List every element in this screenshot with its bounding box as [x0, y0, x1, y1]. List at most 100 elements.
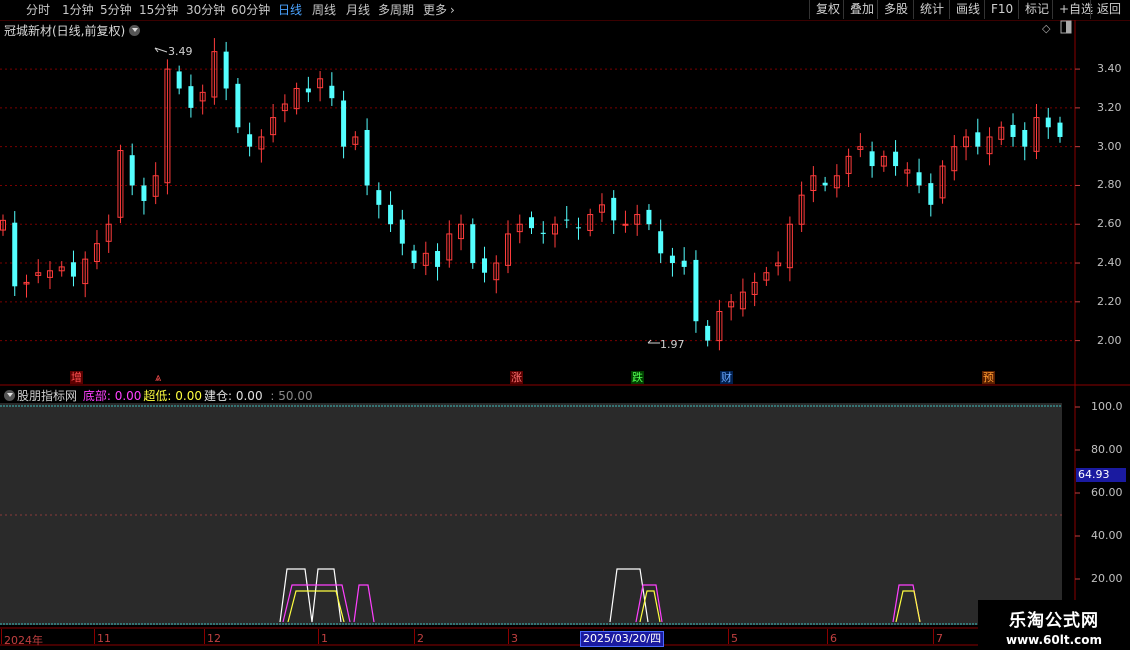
event-marker-2[interactable]: 涨: [510, 371, 523, 384]
candle-body: [164, 68, 171, 184]
period-4[interactable]: 30分钟: [186, 2, 225, 18]
price-axis-label: 2.80: [1097, 178, 1122, 192]
period-2[interactable]: 5分钟: [100, 2, 132, 18]
stock-title-text: 冠城新材(日线,前复权): [4, 24, 126, 38]
indicator-name[interactable]: 股朋指标网: [17, 389, 77, 403]
price-axis-label: 2.20: [1097, 294, 1122, 308]
candle-body: [117, 150, 124, 218]
candle-body: [235, 83, 241, 128]
low-annotation: 1.97: [660, 338, 685, 351]
candle-body: [575, 227, 581, 229]
candle-body: [822, 182, 828, 186]
candle-body: [564, 219, 570, 221]
period-0[interactable]: 分时: [26, 2, 50, 18]
x-axis-label: 1: [321, 632, 328, 645]
x-axis-label: 2: [417, 632, 424, 645]
period-8[interactable]: 月线: [346, 2, 370, 18]
indicator-axis-label: 80.00: [1091, 443, 1123, 456]
candle-body: [716, 311, 723, 342]
event-marker-0[interactable]: 增: [70, 371, 83, 384]
toolbar-button-3[interactable]: 统计: [913, 0, 950, 19]
candle-body: [880, 155, 887, 167]
x-axis-tick: [414, 629, 415, 644]
candle-body: [223, 51, 229, 89]
candle-body: [551, 223, 558, 235]
candle-body: [12, 222, 18, 287]
stock-title[interactable]: 冠城新材(日线,前复权): [4, 22, 141, 39]
event-marker-3[interactable]: 跌: [631, 371, 644, 384]
candle-body: [482, 258, 488, 273]
candle-body: [728, 301, 735, 308]
price-chart[interactable]: [0, 0, 1130, 650]
candle-body: [493, 262, 500, 281]
event-marker-4[interactable]: 财: [720, 371, 733, 384]
candle-body: [1033, 117, 1040, 152]
toolbar-button-5[interactable]: F10: [984, 0, 1019, 19]
period-7[interactable]: 周线: [312, 2, 336, 18]
candle-body: [305, 88, 311, 93]
candle-body: [58, 266, 65, 272]
candle-body: [798, 194, 805, 225]
candle-body: [540, 232, 546, 234]
period-9[interactable]: 多周期: [378, 2, 414, 18]
x-axis-tick: [204, 629, 205, 644]
x-axis-label: 2024年: [4, 634, 43, 647]
chevron-right-icon: ›: [450, 3, 455, 17]
period-5[interactable]: 60分钟: [231, 2, 270, 18]
indicator-field-2: 建仓: 0.00: [204, 389, 263, 403]
candle-body: [529, 217, 534, 229]
toolbar-button-0[interactable]: 复权: [809, 0, 846, 19]
candle-body: [587, 214, 594, 231]
price-axis-label: 3.00: [1097, 139, 1122, 153]
toolbar-button-6[interactable]: 标记: [1018, 0, 1055, 19]
candle-body: [786, 223, 793, 269]
period-1[interactable]: 1分钟: [62, 2, 94, 18]
panel-toggle-icon[interactable]: [1060, 20, 1072, 37]
candle-body: [422, 252, 429, 266]
candle-body: [281, 103, 288, 112]
candle-body: [622, 223, 629, 226]
candle-body: [352, 136, 359, 145]
candle-body: [188, 86, 194, 108]
x-axis-tick: [1, 629, 2, 644]
candle-body: [141, 185, 147, 201]
candle-body: [1010, 124, 1016, 137]
indicator-lines: [279, 568, 921, 623]
x-axis-tick: [827, 629, 828, 644]
candle-body: [152, 175, 159, 197]
event-marker-5[interactable]: 预: [982, 371, 995, 384]
candle-body: [810, 175, 817, 191]
diamond-icon[interactable]: ◇: [1042, 22, 1050, 35]
candle-body: [364, 129, 370, 186]
toolbar-button-4[interactable]: 画线: [949, 0, 986, 19]
candle-body: [1057, 122, 1063, 137]
toolbar-button-8[interactable]: 返回: [1090, 0, 1127, 19]
candle-body: [681, 260, 687, 267]
period-10[interactable]: 更多 ›: [423, 2, 455, 18]
candle-body: [105, 223, 112, 242]
x-axis-tick: [508, 629, 509, 644]
candle-body: [916, 172, 922, 186]
toolbar-button-2[interactable]: 多股: [877, 0, 914, 19]
candle-body: [669, 255, 675, 264]
period-3[interactable]: 15分钟: [139, 2, 178, 18]
candle-body: [93, 243, 100, 262]
toolbar-button-1[interactable]: 叠加: [843, 0, 880, 19]
candle-body: [341, 100, 347, 147]
price-axis-label: 2.40: [1097, 256, 1122, 270]
candle-body: [904, 169, 911, 174]
candle-body: [833, 175, 840, 189]
chevron-down-icon[interactable]: [4, 390, 15, 401]
candle-body: [516, 223, 523, 233]
period-6[interactable]: 日线: [278, 2, 302, 18]
candles-layer: [0, 38, 1063, 351]
event-marker-1[interactable]: ⩓: [154, 371, 162, 384]
candle-body: [611, 197, 617, 221]
indicator-extra: : 50.00: [270, 389, 313, 403]
candle-body: [658, 231, 664, 254]
chevron-down-icon[interactable]: [129, 25, 141, 36]
candle-body: [705, 325, 711, 341]
candle-body: [857, 146, 864, 150]
candle-body: [951, 146, 958, 172]
candle-body: [176, 71, 182, 89]
